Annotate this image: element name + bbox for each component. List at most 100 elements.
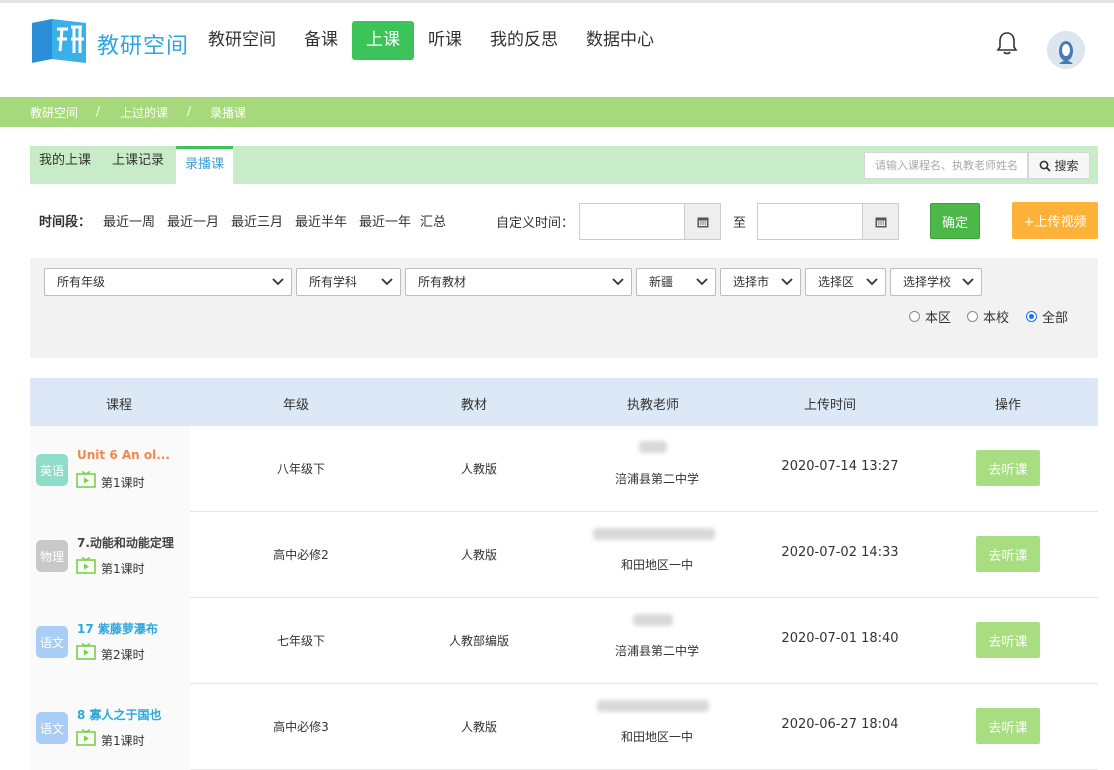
breadcrumb: 教研空间 / 上过的课 / 录播课 (0, 97, 1114, 127)
course-title[interactable]: 7.动能和动能定理 (77, 534, 174, 551)
subject-select[interactable]: 所有学科 (296, 268, 401, 296)
province-select-value: 新疆 (649, 275, 674, 289)
teacher-name-redacted (633, 614, 673, 626)
textbook-cell: 人教部编版 (448, 634, 510, 648)
nav-item-shangke[interactable]: 上课 (352, 21, 414, 60)
upload-video-button[interactable]: +上传视频 (1012, 202, 1098, 239)
textbook-cell: 人教版 (460, 720, 498, 734)
subject-badge: 物理 (36, 540, 68, 572)
school-select-value: 选择学校 (903, 275, 952, 289)
province-select[interactable]: 新疆 (636, 268, 716, 296)
confirm-button[interactable]: 确定 (930, 203, 980, 239)
breadcrumb-item-current: 录播课 (210, 106, 247, 120)
course-title[interactable]: 17 紫藤萝瀑布 (77, 620, 158, 637)
nav-item-beike[interactable]: 备课 (290, 21, 352, 60)
time-option-month[interactable]: 最近一月 (167, 211, 219, 230)
calendar-icon (875, 217, 886, 227)
search-input[interactable] (865, 153, 1027, 178)
start-date-input[interactable] (579, 203, 685, 240)
search-button[interactable]: 搜索 (1028, 152, 1090, 179)
breadcrumb-item-past-classes[interactable]: 上过的课 (120, 104, 168, 121)
search-box (864, 152, 1028, 179)
course-title[interactable]: Unit 6 An ol... (77, 448, 170, 462)
nav-item-data-center[interactable]: 数据中心 (572, 21, 668, 60)
chevron-down-icon (381, 278, 393, 286)
nav-item-fansi[interactable]: 我的反思 (476, 21, 572, 60)
table-row: 物理 7.动能和动能定理 第1课时 高中必修2 人教版 和田地区一中 2020-… (30, 512, 1098, 598)
textbook-cell: 人教版 (460, 462, 498, 476)
breadcrumb-item-home[interactable]: 教研空间 (30, 104, 78, 121)
city-select[interactable]: 选择市 (720, 268, 801, 296)
course-cell: 物理 7.动能和动能定理 第1课时 (30, 512, 190, 598)
listen-class-button[interactable]: 去听课 (976, 536, 1040, 572)
start-date-picker-button[interactable] (684, 203, 721, 240)
logo-icon[interactable] (30, 17, 90, 65)
tab-recorded-classes[interactable]: 录播课 (176, 146, 234, 184)
tab-class-records[interactable]: 上课记录 (112, 146, 164, 184)
time-option-half-year[interactable]: 最近半年 (295, 211, 347, 230)
scope-radio-all[interactable]: 全部 (1026, 307, 1068, 326)
teacher-school: 涪浦县第二中学 (614, 644, 700, 658)
course-period: 第2课时 (101, 648, 145, 662)
radio-button-selected[interactable] (1026, 311, 1037, 322)
chevron-down-icon (612, 278, 624, 286)
course-cell: 英语 Unit 6 An ol... 第1课时 (30, 426, 190, 512)
column-header-textbook: 教材 (460, 398, 488, 413)
table-row: 英语 Unit 6 An ol... 第1课时 八年级下 人教版 涪浦县第二中学… (30, 426, 1098, 512)
district-select[interactable]: 选择区 (805, 268, 886, 296)
video-play-icon (76, 643, 96, 660)
table-row: 语文 17 紫藤萝瀑布 第2课时 七年级下 人教部编版 涪浦县第二中学 2020… (30, 598, 1098, 684)
calendar-icon (697, 217, 708, 227)
chevron-down-icon (272, 278, 284, 286)
time-option-summary[interactable]: 汇总 (420, 211, 446, 230)
column-header-course: 课程 (105, 398, 133, 413)
chevron-down-icon (962, 278, 974, 286)
subject-badge: 语文 (36, 626, 68, 658)
teacher-name-redacted (597, 700, 709, 712)
listen-class-button[interactable]: 去听课 (976, 708, 1040, 744)
video-play-icon (76, 729, 96, 746)
end-date-picker-button[interactable] (862, 203, 899, 240)
tab-my-classes[interactable]: 我的上课 (39, 146, 91, 184)
table-row: 语文 8 寡人之于国也 第1课时 高中必修3 人教版 和田地区一中 2020-0… (30, 684, 1098, 770)
radio-button[interactable] (967, 311, 978, 322)
time-option-week[interactable]: 最近一周 (103, 211, 155, 230)
teacher-school: 涪浦县第二中学 (614, 472, 700, 486)
breadcrumb-separator: / (96, 104, 101, 118)
to-label: 至 (733, 216, 747, 231)
column-header-action: 操作 (994, 398, 1022, 413)
avatar-icon (1047, 31, 1085, 69)
course-period: 第1课时 (101, 476, 145, 490)
upload-time-cell: 2020-07-14 13:27 (781, 459, 899, 474)
city-select-value: 选择市 (733, 275, 770, 289)
subject-badge: 英语 (36, 454, 68, 486)
grade-cell: 高中必修2 (273, 548, 329, 562)
logo-text[interactable]: 教研空间 (97, 28, 189, 60)
course-period: 第1课时 (101, 734, 145, 748)
avatar[interactable] (1047, 31, 1085, 69)
listen-class-button[interactable]: 去听课 (976, 450, 1040, 486)
nav-item-tingke[interactable]: 听课 (414, 21, 476, 60)
scope-radio-district[interactable]: 本区 (909, 307, 951, 326)
video-play-icon (76, 557, 96, 574)
grade-cell: 高中必修3 (273, 720, 329, 734)
grade-cell: 八年级下 (276, 462, 326, 476)
end-date-input[interactable] (757, 203, 863, 240)
bell-icon[interactable] (995, 30, 1019, 56)
radio-button[interactable] (909, 311, 920, 322)
grade-select[interactable]: 所有年级 (44, 268, 292, 296)
listen-class-button[interactable]: 去听课 (976, 622, 1040, 658)
course-title[interactable]: 8 寡人之于国也 (77, 706, 162, 723)
textbook-select[interactable]: 所有教材 (405, 268, 632, 296)
scope-radio-school[interactable]: 本校 (967, 307, 1009, 326)
column-header-grade: 年级 (282, 398, 310, 413)
grade-select-value: 所有年级 (57, 275, 106, 289)
district-select-value: 选择区 (818, 275, 855, 289)
school-select[interactable]: 选择学校 (890, 268, 982, 296)
scope-radio-label: 全部 (1042, 311, 1069, 326)
nav-item-jiaoyan[interactable]: 教研空间 (194, 21, 290, 60)
upload-time-cell: 2020-07-01 18:40 (781, 631, 899, 646)
time-option-year[interactable]: 最近一年 (359, 211, 411, 230)
time-option-three-months[interactable]: 最近三月 (231, 211, 283, 230)
table-header: 课程 年级 教材 执教老师 上传时间 操作 (30, 378, 1098, 426)
